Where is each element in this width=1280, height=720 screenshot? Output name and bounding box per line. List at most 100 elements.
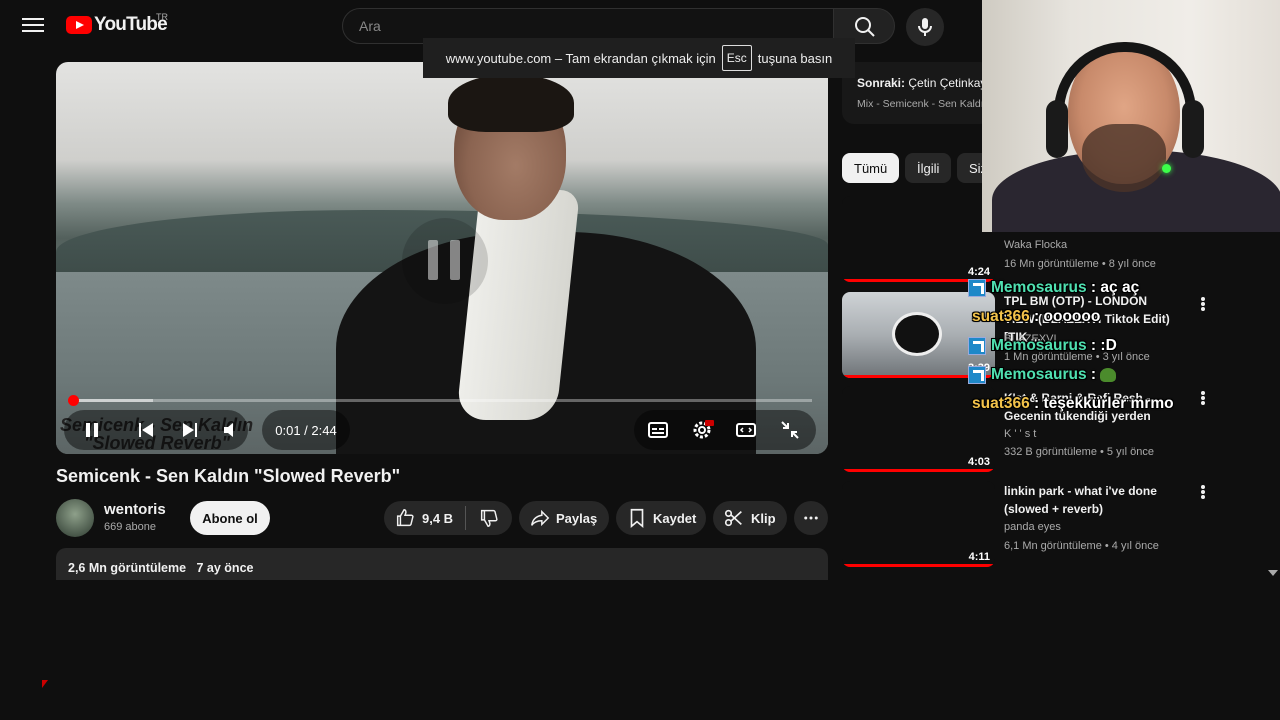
frog-emote-icon [1100,368,1117,382]
country-code: TR [156,12,168,22]
pause-overlay-icon[interactable] [402,218,488,304]
chip-related[interactable]: İlgili [905,153,952,183]
duration: 4:03 [967,456,990,468]
thumbs-up-icon[interactable] [394,507,416,529]
chat-message: Memosaurus : :D [968,337,1198,355]
time-display: 0:01 / 2:44 [262,410,350,450]
related-channel-4[interactable]: panda eyes [1004,521,1061,533]
toast-prefix: www.youtube.com – Tam ekrandan çıkmak iç… [445,50,716,66]
menu-icon[interactable] [22,14,44,36]
up-next-prefix: Sonraki: [857,76,906,90]
headphone-cup-left [1046,100,1068,158]
search-icon [855,17,875,37]
chat-user: suat366 [972,308,1030,325]
chat-badge-icon [968,279,986,297]
clip-label: Klip [751,510,776,526]
toast-suffix: tuşuna basın [757,50,833,66]
mouse-cursor-icon [42,680,48,688]
watched-bar [842,469,995,472]
share-label: Paylaş [556,510,598,526]
related-thumbnail-1[interactable]: 4:24 [842,196,995,282]
like-separator [465,506,467,530]
more-horizontal-icon [804,516,818,520]
related-channel-3[interactable]: K ' ' s t [1004,428,1036,440]
video-player[interactable]: Semicenk - Sen Kaldın "Slowed Reverb" 0:… [56,62,828,454]
duration: 4:24 [967,266,990,278]
more-actions-button[interactable] [794,501,828,535]
chat-text: :D [1100,337,1117,354]
subscriber-count: 669 abone [104,521,156,533]
upload-age: 7 ay önce [196,561,254,575]
related-thumbnail-4[interactable]: 4:11 [842,481,995,567]
channel-avatar[interactable] [56,499,94,537]
webcam-overlay [982,0,1280,232]
buffer-fill [72,399,154,402]
like-count[interactable]: 9,4 B [422,511,453,526]
scene-hair [448,74,574,132]
headphone-cup-right [1182,100,1204,158]
esc-key: Esc [721,45,752,71]
youtube-logo[interactable]: YouTube [66,14,168,36]
voice-search-button[interactable] [906,8,944,46]
related-channel-1[interactable]: Waka Flocka [1004,239,1067,251]
headphones-icon [1054,42,1196,152]
up-next-title: Sonraki: Çetin Çetinkaya [857,76,992,90]
left-controls [64,410,248,450]
right-controls [634,410,816,450]
chat-badge-icon [968,337,986,355]
theater-mode-icon[interactable] [734,418,758,442]
subscribe-button[interactable]: Abone ol [190,501,270,535]
related-meta-3: 332 B görüntüleme • 5 yıl önce [1004,446,1154,458]
chat-user: Memosaurus [991,366,1087,383]
bookmark-icon [630,508,644,529]
chat-message: suat366 : oooooo [972,308,1101,325]
share-icon [531,509,550,527]
subtitles-icon[interactable] [646,418,670,442]
chat-user: Memosaurus [991,279,1087,296]
chat-badge-icon [968,366,986,384]
scroll-down-icon[interactable] [1268,570,1278,576]
exit-fullscreen-icon[interactable] [778,418,802,442]
chat-message: Memosaurus : aç aç [968,279,1198,297]
channel-name[interactable]: wentoris [104,501,166,518]
microphone-icon [918,18,932,36]
up-next-name: Çetin Çetinkaya [908,76,992,90]
progress-bar[interactable] [72,399,812,402]
scrubber-handle[interactable] [68,395,79,406]
volume-icon[interactable] [220,418,244,442]
pause-icon[interactable] [80,418,104,442]
clip-button[interactable]: Klip [713,501,787,535]
next-icon[interactable] [178,418,202,442]
chat-text: teşekkürler mrmo [1043,395,1174,412]
up-next-panel[interactable]: Sonraki: Çetin Çetinkaya Mix - Semicenk … [842,62,992,124]
headphone-led [1162,164,1171,173]
chat-user: suat366 [972,395,1030,412]
chat-user: Memosaurus [991,337,1087,354]
save-button[interactable]: Kaydet [616,501,706,535]
video-title: Semicenk - Sen Kaldın "Slowed Reverb" [56,466,401,486]
thumbnail-logo [892,312,942,356]
share-button[interactable]: Paylaş [519,501,609,535]
chat-text: oooooo [1043,308,1101,325]
chip-all[interactable]: Tümü [842,153,900,183]
related-title-4[interactable]: linkin park - what i've done (slowed + r… [1004,482,1180,518]
more-vertical-icon[interactable] [1200,484,1206,502]
chat-message: Memosaurus : [968,366,1198,384]
watched-bar [842,564,995,567]
view-count: 2,6 Mn görüntüleme [68,561,187,575]
up-next-subtitle: Mix - Semicenk - Sen Kaldın [857,98,990,110]
scissors-icon [724,509,742,527]
description-box[interactable]: 2,6 Mn görüntüleme 7 ay önce [56,548,828,580]
previous-icon[interactable] [134,418,158,442]
chat-message: suat366 : teşekkürler mrmo [972,395,1174,412]
duration: 4:11 [968,551,990,563]
related-meta-1: 16 Mn görüntüleme • 8 yıl önce [1004,258,1156,270]
play-logo-icon [66,16,92,34]
fullscreen-toast: www.youtube.com – Tam ekrandan çıkmak iç… [423,38,855,78]
related-meta-4: 6,1 Mn görüntüleme • 4 yıl önce [1004,540,1159,552]
settings-gear-icon[interactable] [690,418,714,442]
save-label: Kaydet [653,510,697,526]
like-dislike-group: 9,4 B [384,501,512,535]
chat-text: aç aç [1100,279,1140,296]
thumbs-down-icon[interactable] [478,507,500,529]
